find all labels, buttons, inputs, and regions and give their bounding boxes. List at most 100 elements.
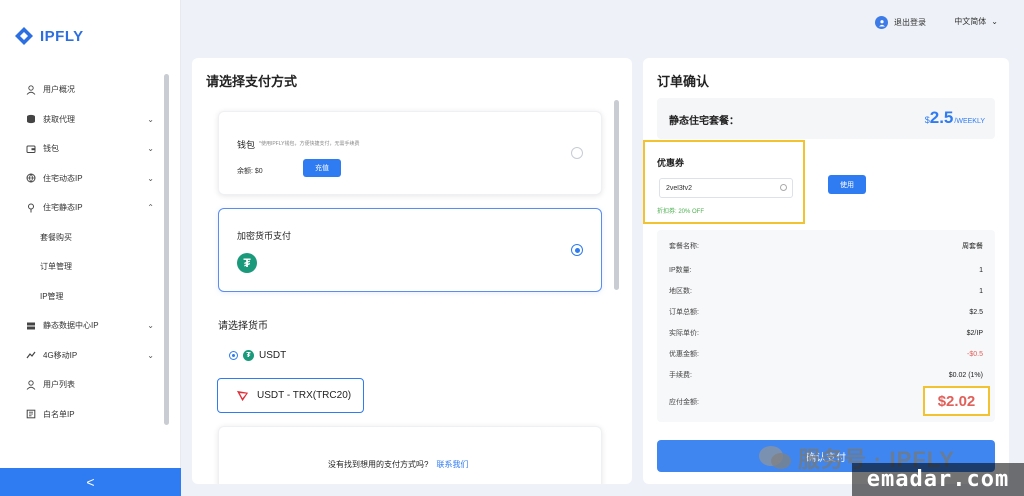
use-coupon-button[interactable]: 使用 [828, 175, 866, 194]
logo-text: IPFLY [40, 27, 84, 45]
pin-icon [25, 202, 36, 213]
summary-row: 手续费: $0.02 (1%) [669, 365, 983, 385]
topbar: 退出登录 中文简体 ⌄ [181, 0, 1024, 46]
row-label: 地区数: [669, 288, 692, 295]
chevron-down-icon: ⌄ [147, 350, 154, 360]
sidebar-item-overview[interactable]: 用户概况 [0, 75, 170, 105]
price-value: 2.5 [929, 108, 954, 127]
sidebar-item-dynamic-residential[interactable]: 住宅动态IP ⌄ [0, 164, 170, 194]
footer-text: 没有找到想用的支付方式吗? [328, 460, 429, 469]
total-amount-highlight: $2.02 [923, 386, 990, 416]
contact-us-link[interactable]: 联系我们 [436, 460, 468, 469]
sidebar-item-whitelist[interactable]: 白名单IP [0, 400, 170, 430]
network-option-trc20[interactable]: USDT - TRX(TRC20) [217, 378, 364, 413]
sidebar-item-label: 钱包 [43, 144, 59, 154]
chevron-down-icon: ⌄ [147, 144, 154, 153]
signal-icon [25, 350, 36, 361]
sidebar-item-label: 白名单IP [43, 409, 75, 419]
users-icon [25, 379, 36, 390]
clear-icon[interactable] [780, 184, 787, 191]
sidebar: IPFLY 用户概况 获取代理 ⌄ 钱包 ⌄ 住宅动态IP ⌄ 住宅静态IP ⌃… [0, 0, 181, 496]
chevron-down-icon: ⌄ [147, 321, 154, 330]
sidebar-item-package-purchase[interactable]: 套餐购买 [0, 223, 170, 253]
database-icon [25, 114, 36, 125]
summary-row: 实际单价: $2/IP [669, 323, 983, 343]
sidebar-item-ip-management[interactable]: IP管理 [0, 282, 170, 312]
sidebar-item-label: 住宅动态IP [43, 173, 83, 183]
row-label: 应付金额: [669, 399, 699, 406]
discount-value: -$0.5 [967, 350, 983, 358]
sidebar-item-user-list[interactable]: 用户列表 [0, 370, 170, 400]
usdt-icon: ₮ [243, 350, 254, 361]
coupon-input[interactable] [659, 178, 793, 198]
coupon-section: 优惠券 折扣券: 20% OFF [643, 140, 805, 224]
package-summary: 静态住宅套餐： $ 2.5 /WEEKLY [657, 98, 995, 139]
avatar-icon [875, 16, 888, 29]
wallet-payment-card[interactable]: 钱包 *使用IPFLY钱包，方便快捷支付，无需手续费 余额: $0 充值 [218, 111, 602, 195]
wallet-icon [25, 143, 36, 154]
tether-icon: ₮ [237, 253, 257, 273]
recharge-button[interactable]: 充值 [303, 159, 341, 177]
payment-footer: 没有找到想用的支付方式吗? 联系我们 [328, 459, 468, 470]
row-value: 周套餐 [962, 243, 983, 250]
sidebar-nav: 用户概况 获取代理 ⌄ 钱包 ⌄ 住宅动态IP ⌄ 住宅静态IP ⌃ 套餐购买 … [0, 75, 170, 429]
balance-label: 余额: [237, 168, 253, 175]
sidebar-item-get-proxy[interactable]: 获取代理 ⌄ [0, 105, 170, 135]
sidebar-item-label: 4G移动IP [43, 350, 78, 360]
row-value: $2/IP [966, 329, 983, 337]
logout-label: 退出登录 [894, 18, 926, 27]
tron-icon [236, 390, 249, 402]
wallet-title: 钱包 [237, 140, 256, 150]
more-payment-card[interactable] [218, 426, 602, 484]
language-selector[interactable]: 中文简体 ⌄ [954, 16, 998, 27]
server-icon [25, 320, 36, 331]
payment-scrollbar[interactable] [614, 100, 619, 290]
sidebar-item-label: 获取代理 [43, 114, 75, 124]
wallet-balance: 余额: $0 [237, 166, 263, 176]
sidebar-item-static-residential[interactable]: 住宅静态IP ⌃ [0, 193, 170, 223]
currency-option-usdt[interactable]: ₮ USDT [229, 350, 286, 361]
user-icon [25, 84, 36, 95]
sidebar-item-static-datacenter[interactable]: 静态数据中心IP ⌄ [0, 311, 170, 341]
crypto-title: 加密货币支付 [237, 231, 292, 241]
summary-row: IP数量: 1 [669, 260, 983, 280]
wallet-description: *使用IPFLY钱包，方便快捷支付，无需手续费 [259, 141, 360, 147]
row-value: $2.5 [969, 308, 983, 316]
total-amount: $2.02 [937, 392, 976, 410]
sidebar-scrollbar[interactable] [164, 74, 169, 425]
currency-section-label: 请选择货币 [218, 321, 268, 332]
logout-link[interactable]: 退出登录 [875, 16, 926, 29]
chevron-up-icon: ⌃ [147, 203, 154, 212]
chevron-left-icon: < [86, 474, 95, 490]
sidebar-item-4g-mobile[interactable]: 4G移动IP ⌄ [0, 341, 170, 371]
row-label: 实际单价: [669, 330, 699, 337]
sidebar-item-order-management[interactable]: 订单管理 [0, 252, 170, 282]
summary-row: 地区数: 1 [669, 281, 983, 301]
order-panel-title: 订单确认 [657, 74, 710, 89]
package-label: 静态住宅套餐： [669, 116, 739, 127]
sidebar-item-label: 住宅静态IP [43, 203, 83, 213]
order-confirmation-panel: 订单确认 静态住宅套餐： $ 2.5 /WEEKLY 优惠券 折扣券: 20% … [643, 58, 1009, 484]
payment-panel-title: 请选择支付方式 [206, 74, 298, 89]
chevron-down-icon: ⌄ [147, 114, 154, 124]
currency-radio[interactable] [229, 351, 238, 360]
row-value: 1 [979, 287, 983, 295]
sidebar-item-label: IP管理 [40, 291, 64, 301]
sidebar-item-label: 套餐购买 [40, 232, 72, 242]
sidebar-item-wallet[interactable]: 钱包 ⌄ [0, 134, 170, 164]
summary-row: 订单总额: $2.5 [669, 302, 983, 322]
site-watermark: emadar.com [852, 463, 1024, 496]
crypto-payment-card[interactable]: 加密货币支付 ₮ [218, 208, 602, 292]
sidebar-item-label: 用户概况 [43, 85, 75, 95]
sidebar-item-label: 用户列表 [43, 380, 75, 390]
sidebar-collapse-button[interactable]: < [0, 468, 181, 496]
globe-icon [25, 173, 36, 184]
ipfly-logo-icon [15, 27, 33, 45]
row-label: 套餐名称: [669, 243, 699, 250]
coupon-label: 优惠券 [657, 158, 685, 168]
wallet-radio[interactable] [571, 147, 583, 159]
currency-label: USDT [259, 350, 287, 361]
crypto-radio[interactable] [571, 244, 583, 256]
language-label: 中文简体 [954, 17, 987, 26]
brand-logo[interactable]: IPFLY [14, 26, 84, 46]
